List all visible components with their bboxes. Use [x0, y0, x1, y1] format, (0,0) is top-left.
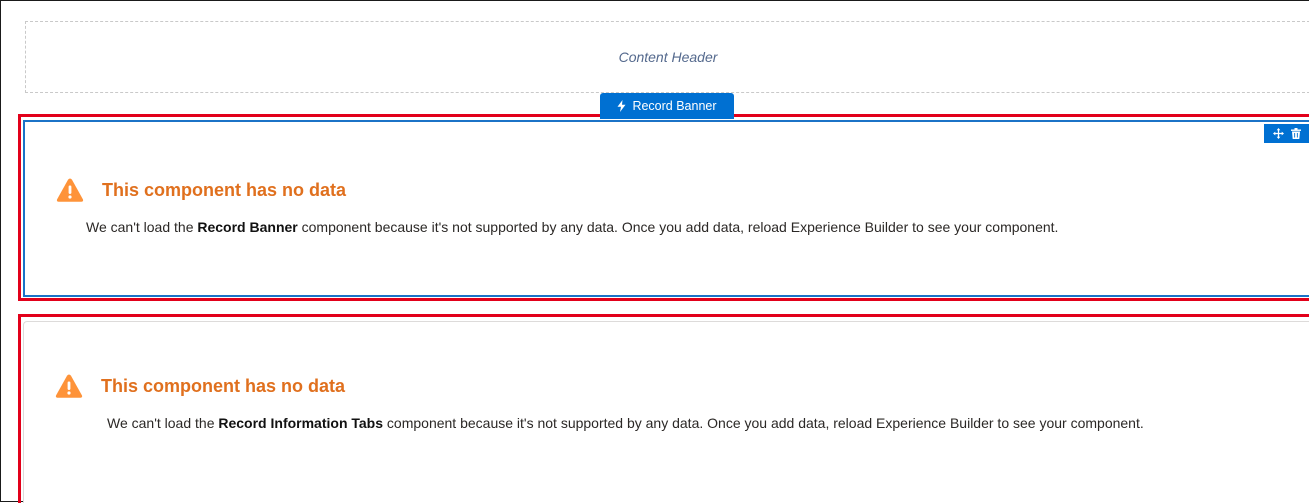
warning-icon: [56, 178, 84, 202]
message-prefix: We can't load the: [107, 415, 219, 431]
record-banner-tab[interactable]: Record Banner: [600, 93, 734, 119]
builder-canvas: Content Header This component has no dat…: [0, 0, 1309, 503]
component-name: Record Information Tabs: [218, 415, 384, 431]
message-suffix: component because it's not supported by …: [383, 415, 1144, 431]
warning-message: We can't load the Record Information Tab…: [107, 415, 1144, 431]
warning-heading: This component has no data: [56, 177, 346, 203]
content-header-region[interactable]: Content Header: [25, 21, 1309, 93]
warning-icon: [55, 374, 83, 398]
move-icon[interactable]: [1272, 128, 1284, 139]
record-banner-component[interactable]: This component has no data We can't load…: [23, 120, 1309, 297]
content-header-label: Content Header: [618, 49, 718, 65]
warning-title: This component has no data: [102, 179, 347, 200]
component-toolbar: [1264, 124, 1309, 143]
warning-message: We can't load the Record Banner componen…: [86, 219, 1058, 235]
lightning-bolt-icon: [617, 100, 626, 112]
warning-heading: This component has no data: [55, 373, 345, 399]
message-suffix: component because it's not supported by …: [297, 219, 1059, 235]
record-banner-tab-label: Record Banner: [632, 99, 717, 113]
record-information-tabs-component[interactable]: This component has no data We can't load…: [23, 321, 1309, 503]
warning-title: This component has no data: [101, 375, 346, 396]
trash-icon[interactable]: [1291, 128, 1302, 139]
message-prefix: We can't load the: [86, 219, 198, 235]
component-name: Record Banner: [197, 219, 298, 235]
